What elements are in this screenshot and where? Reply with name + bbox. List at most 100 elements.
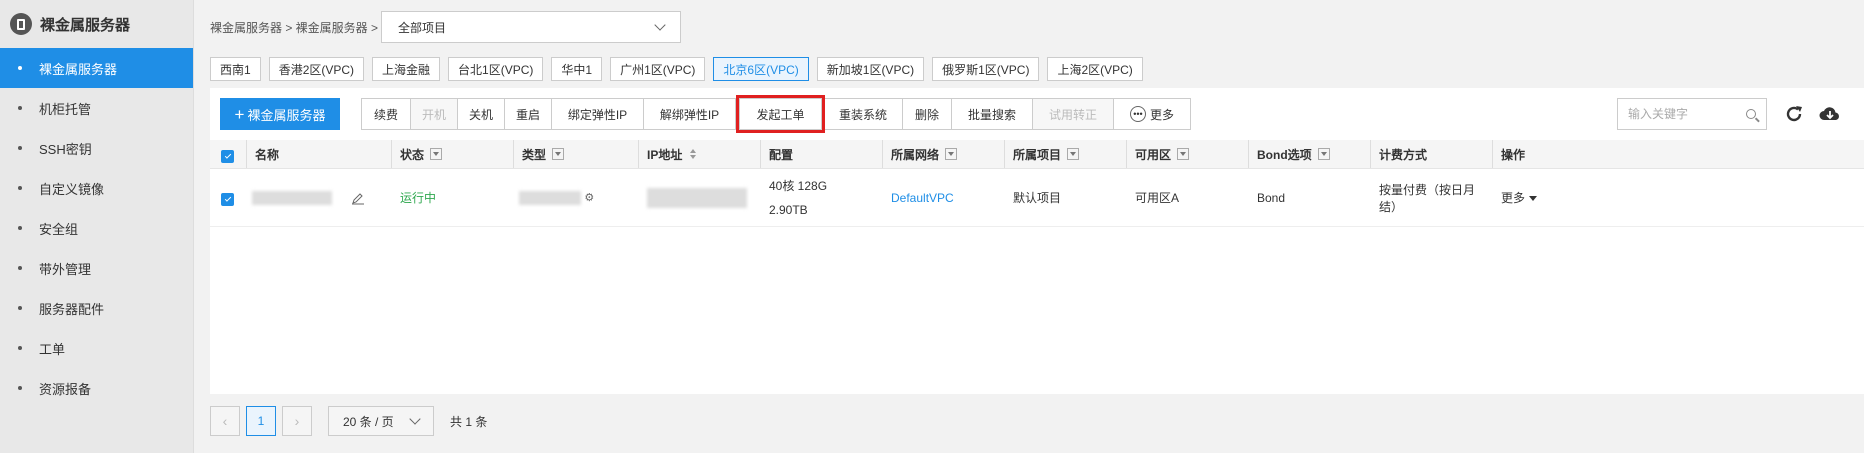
gear-icon[interactable]: ⚙ — [584, 192, 594, 204]
next-page-button[interactable]: › — [282, 406, 312, 436]
table-header-row: 名称 状态 类型 IP地址 配置 所属网络 所属项目 可用区 Bond选项 计费… — [210, 140, 1864, 169]
create-server-button[interactable]: + 裸金属服务器 — [220, 98, 340, 130]
column-header-network: 所属网络 — [891, 147, 940, 162]
header-row: 裸金属服务器 > 裸金属服务器 > 全部项目 — [210, 11, 682, 43]
project-select[interactable]: 全部项目 — [381, 11, 682, 43]
server-type-redacted — [519, 190, 581, 205]
sidebar-item-label: 服务器配件 — [39, 301, 105, 317]
bullet-icon — [18, 66, 22, 70]
row-more-dropdown[interactable]: 更多 — [1501, 191, 1538, 205]
column-header-zone: 可用区 — [1135, 147, 1172, 162]
sidebar-item-bare-metal[interactable]: 裸金属服务器 — [0, 48, 193, 88]
search-input[interactable] — [1628, 107, 1728, 121]
network-link[interactable]: DefaultVPC — [891, 191, 954, 205]
column-header-bond: Bond选项 — [1257, 147, 1312, 162]
filter-icon[interactable] — [430, 148, 443, 160]
reinstall-system-button[interactable]: 重装系统 — [823, 98, 903, 130]
power-off-button[interactable]: 关机 — [457, 98, 505, 130]
bind-eip-button[interactable]: 绑定弹性IP — [551, 98, 644, 130]
filter-icon[interactable] — [1317, 148, 1330, 160]
server-panel: + 裸金属服务器 续费 开机 关机 重启 绑定弹性IP 解绑弹性IP 发起工单 … — [210, 88, 1864, 394]
region-tab[interactable]: 上海2区(VPC) — [1047, 57, 1143, 81]
sidebar-item-resource-report[interactable]: 资源报备 — [0, 368, 193, 408]
column-header-ip: IP地址 — [647, 147, 683, 162]
sidebar-item-parts[interactable]: 服务器配件 — [0, 288, 193, 328]
bullet-icon — [18, 226, 22, 230]
trial-convert-button[interactable]: 试用转正 — [1032, 98, 1114, 130]
column-header-billing: 计费方式 — [1379, 147, 1428, 162]
server-table: 名称 状态 类型 IP地址 配置 所属网络 所属项目 可用区 Bond选项 计费… — [210, 140, 1864, 227]
region-tab[interactable]: 西南1 — [210, 57, 261, 81]
filter-icon[interactable] — [552, 148, 565, 160]
project-select-value: 全部项目 — [398, 20, 447, 35]
create-server-label: 裸金属服务器 — [247, 107, 326, 123]
sidebar-item-label: 资源报备 — [39, 381, 92, 397]
region-tab-active[interactable]: 北京6区(VPC) — [713, 57, 809, 81]
project-value: 默认项目 — [1013, 191, 1062, 205]
sidebar-item-custom-image[interactable]: 自定义镜像 — [0, 168, 193, 208]
sidebar-item-label: 安全组 — [39, 221, 79, 237]
region-tab[interactable]: 广州1区(VPC) — [610, 57, 706, 81]
region-tab[interactable]: 香港2区(VPC) — [268, 57, 365, 81]
delete-button[interactable]: 删除 — [902, 98, 952, 130]
page-size-select[interactable]: 20 条 / 页 — [328, 406, 434, 436]
toolbar: + 裸金属服务器 续费 开机 关机 重启 绑定弹性IP 解绑弹性IP 发起工单 … — [220, 95, 1854, 133]
filter-icon[interactable] — [1177, 148, 1190, 160]
filter-icon[interactable] — [1067, 148, 1080, 160]
region-tab[interactable]: 华中1 — [551, 57, 603, 81]
page-number-current[interactable]: 1 — [246, 406, 276, 436]
config-cpu-memory: 40核 128G — [769, 178, 828, 193]
sidebar-title: 裸金属服务器 — [40, 16, 131, 34]
region-tab[interactable]: 上海金融 — [372, 57, 441, 81]
sidebar-item-ssh-keys[interactable]: SSH密钥 — [0, 128, 193, 168]
sidebar-header: 裸金属服务器 — [0, 0, 193, 48]
sidebar-item-label: 工单 — [39, 341, 66, 357]
bullet-icon — [18, 386, 22, 390]
bullet-icon — [18, 346, 22, 350]
batch-search-button[interactable]: 批量搜索 — [951, 98, 1033, 130]
row-checkbox[interactable] — [221, 193, 234, 206]
refresh-icon[interactable] — [1784, 104, 1804, 124]
sidebar-item-security-group[interactable]: 安全组 — [0, 208, 193, 248]
caret-down-icon — [1529, 196, 1538, 202]
server-icon — [10, 13, 32, 35]
pagination: ‹ 1 › 20 条 / 页 共 1 条 — [210, 406, 487, 436]
column-header-type: 类型 — [522, 147, 547, 162]
table-row[interactable]: 运行中 ⚙ 40核 128G 2.90TB DefaultVPC 默认项目 可用… — [210, 168, 1864, 227]
filter-icon[interactable] — [945, 148, 958, 160]
sidebar-item-label: SSH密钥 — [39, 141, 92, 157]
bond-value: Bond — [1257, 190, 1286, 205]
unbind-eip-button[interactable]: 解绑弹性IP — [643, 98, 736, 130]
region-tab[interactable]: 台北1区(VPC) — [448, 57, 544, 81]
server-name-redacted — [252, 190, 332, 205]
status-running: 运行中 — [400, 191, 437, 205]
sidebar-item-label: 裸金属服务器 — [39, 61, 118, 77]
page-size-value: 20 条 / 页 — [343, 414, 394, 429]
sidebar-item-label: 机柜托管 — [39, 101, 92, 117]
edit-icon[interactable] — [351, 191, 365, 205]
renew-button[interactable]: 续费 — [361, 98, 411, 130]
select-all-checkbox[interactable] — [221, 149, 234, 163]
row-more-label: 更多 — [1501, 191, 1526, 205]
column-header-project: 所属项目 — [1013, 147, 1062, 162]
sidebar-item-tickets[interactable]: 工单 — [0, 328, 193, 368]
sidebar-item-cabinet[interactable]: 机柜托管 — [0, 88, 193, 128]
column-header-actions: 操作 — [1501, 147, 1526, 162]
action-button-group: 续费 开机 关机 重启 绑定弹性IP 解绑弹性IP 发起工单 重装系统 删除 批… — [361, 95, 1191, 133]
chevron-down-icon — [654, 19, 666, 31]
more-dots-icon: ••• — [1129, 106, 1146, 122]
column-header-name: 名称 — [255, 147, 280, 162]
column-header-config: 配置 — [769, 147, 794, 162]
sidebar-item-oob[interactable]: 带外管理 — [0, 248, 193, 288]
more-actions-button[interactable]: ••• 更多 — [1113, 98, 1191, 130]
power-on-button[interactable]: 开机 — [410, 98, 458, 130]
sort-icon[interactable] — [690, 149, 697, 159]
region-tab[interactable]: 俄罗斯1区(VPC) — [932, 57, 1040, 81]
create-ticket-button[interactable]: 发起工单 — [736, 95, 825, 133]
search-icon[interactable] — [1746, 109, 1756, 119]
reboot-button[interactable]: 重启 — [504, 98, 552, 130]
sidebar: 裸金属服务器 裸金属服务器 机柜托管 SSH密钥 自定义镜像 安全组 带外管理 … — [0, 0, 194, 453]
cloud-download-icon[interactable] — [1818, 104, 1842, 124]
prev-page-button[interactable]: ‹ — [210, 406, 240, 436]
region-tab[interactable]: 新加坡1区(VPC) — [816, 57, 925, 81]
